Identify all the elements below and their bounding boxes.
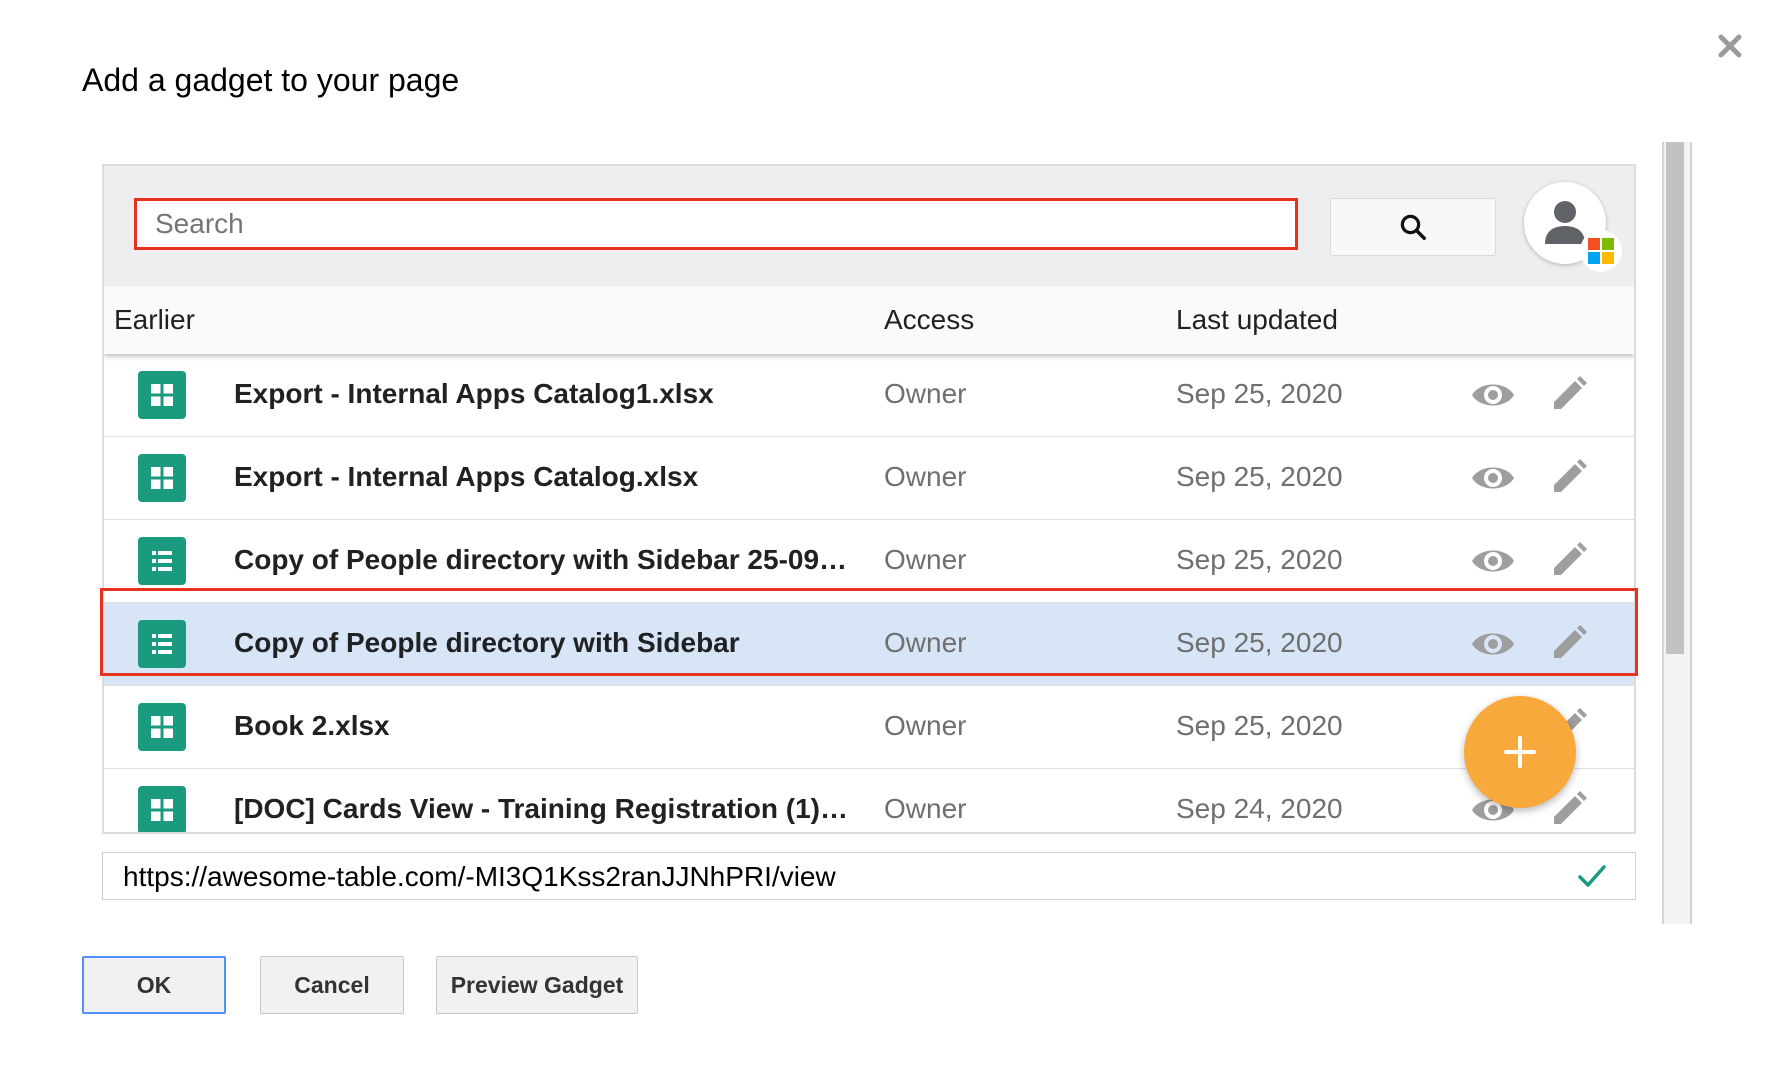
file-name: Copy of People directory with Sidebar 25… [234,544,854,575]
file-last-updated: Sep 25, 2020 [1176,544,1343,575]
gadget-url-field[interactable]: https://awesome-table.com/-MI3Q1Kss2ranJ… [102,852,1636,900]
file-access: Owner [884,793,967,824]
eye-icon[interactable] [1470,459,1516,497]
file-row[interactable]: [DOC] Cards View - Training Registration… [104,769,1634,832]
microsoft-logo-icon [1588,238,1614,264]
close-icon[interactable] [1712,28,1748,64]
spreadsheet-list-icon [138,537,186,585]
file-row[interactable]: Copy of People directory with Sidebar 25… [104,520,1634,603]
search-input[interactable] [134,198,1298,250]
spreadsheet-grid-icon [138,703,186,751]
cancel-button[interactable]: Cancel [260,956,404,1014]
add-file-button[interactable] [1464,696,1576,808]
file-last-updated: Sep 25, 2020 [1176,627,1343,658]
column-header-access[interactable]: Access [884,304,974,336]
microsoft-badge [1580,230,1622,272]
file-last-updated: Sep 25, 2020 [1176,378,1343,409]
file-name: [DOC] Cards View - Training Registration… [234,793,854,824]
file-name: Export - Internal Apps Catalog1.xlsx [234,378,714,409]
file-access: Owner [884,710,967,741]
file-row[interactable]: Export - Internal Apps Catalog1.xlsx Own… [104,354,1634,437]
search-icon [1400,214,1426,240]
file-picker: Earlier Access Last updated Export - Int… [102,164,1636,834]
pencil-icon[interactable] [1548,539,1590,581]
file-access: Owner [884,627,967,658]
file-access: Owner [884,461,967,492]
file-row[interactable]: Book 2.xlsx Owner Sep 25, 2020 [104,686,1634,769]
check-icon [1578,865,1606,887]
preview-gadget-button[interactable]: Preview Gadget [436,956,638,1014]
file-row-selected[interactable]: Copy of People directory with Sidebar Ow… [104,603,1634,686]
file-name: Export - Internal Apps Catalog.xlsx [234,461,699,492]
plus-icon [1504,736,1536,768]
scrollbar[interactable] [1662,142,1692,924]
file-name: Copy of People directory with Sidebar [234,627,740,658]
file-last-updated: Sep 25, 2020 [1176,710,1343,741]
gadget-url-text: https://awesome-table.com/-MI3Q1Kss2ranJ… [123,861,836,892]
file-access: Owner [884,378,967,409]
spreadsheet-grid-icon [138,454,186,502]
eye-icon[interactable] [1470,376,1516,414]
eye-icon[interactable] [1470,542,1516,580]
pencil-icon[interactable] [1548,622,1590,664]
search-button[interactable] [1330,198,1496,256]
spreadsheet-grid-icon [138,786,186,832]
file-name: Book 2.xlsx [234,710,390,741]
ok-button[interactable]: OK [82,956,226,1014]
column-header-row: Earlier Access Last updated [104,286,1634,354]
file-row[interactable]: Export - Internal Apps Catalog.xlsx Owne… [104,437,1634,520]
pencil-icon[interactable] [1548,456,1590,498]
file-list: Export - Internal Apps Catalog1.xlsx Own… [104,354,1634,832]
spreadsheet-list-icon [138,620,186,668]
picker-header [104,166,1634,287]
spreadsheet-grid-icon [138,371,186,419]
column-header-earlier[interactable]: Earlier [114,304,195,336]
scrollbar-thumb[interactable] [1666,142,1684,654]
file-last-updated: Sep 24, 2020 [1176,793,1343,824]
eye-icon[interactable] [1470,625,1516,663]
pencil-icon[interactable] [1548,373,1590,415]
column-header-last-updated[interactable]: Last updated [1176,304,1338,336]
file-access: Owner [884,544,967,575]
avatar-icon [1545,201,1585,244]
file-last-updated: Sep 25, 2020 [1176,461,1343,492]
dialog-title: Add a gadget to your page [82,62,460,98]
